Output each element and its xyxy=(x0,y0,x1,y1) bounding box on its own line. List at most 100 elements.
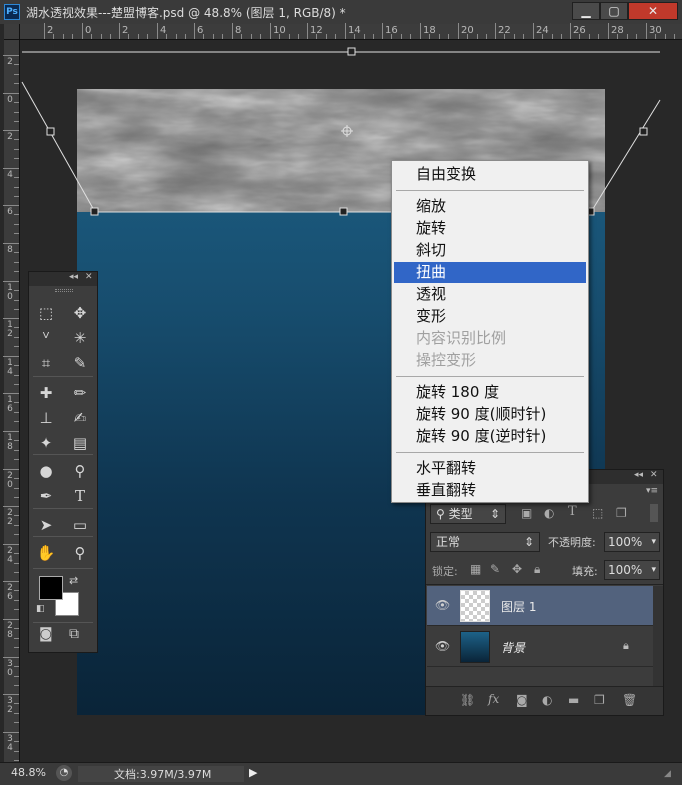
filter-shape-icon[interactable]: ⬚ xyxy=(592,506,603,520)
menu-item[interactable]: 旋转 xyxy=(394,218,586,239)
fill-input[interactable]: 100% ▾ xyxy=(604,560,660,580)
fx-icon[interactable]: fx xyxy=(488,692,499,706)
filter-adjustment-icon[interactable]: ◐ xyxy=(544,506,554,520)
tool-separator xyxy=(33,536,93,537)
lasso-icon[interactable]: ⱽ xyxy=(33,327,59,349)
layers-footer: ⛓ fx ◙ ◐ ▬ ❐ 🗑︎ xyxy=(426,686,663,715)
filter-pixel-icon[interactable]: ▣ xyxy=(521,506,532,520)
layer-filter-select[interactable]: ⚲ 类型 ⇕ xyxy=(430,504,506,524)
filter-toggle[interactable] xyxy=(650,504,658,522)
default-colors-icon[interactable]: ◧ xyxy=(36,604,45,614)
history-brush-icon[interactable]: ✍ xyxy=(67,407,93,429)
zoom-level[interactable]: 48.8% xyxy=(11,766,46,779)
lock-label: 锁定: xyxy=(432,565,458,578)
eye-icon[interactable]: 👁︎ xyxy=(435,598,450,612)
menu-item[interactable]: 缩放 xyxy=(394,196,586,217)
quick-mask-icon[interactable]: ◙ xyxy=(39,626,53,642)
dodge-icon[interactable]: ⚲ xyxy=(67,460,93,482)
new-layer-icon[interactable]: ❐ xyxy=(594,693,605,707)
path-selection-icon[interactable]: ➤ xyxy=(33,514,59,536)
filter-smart-object-icon[interactable]: ❐ xyxy=(616,506,627,520)
search-icon: ⚲ xyxy=(436,507,449,521)
double-chevron-left-icon[interactable]: ◂◂ xyxy=(69,272,78,282)
menu-item[interactable]: 自由变换 xyxy=(394,164,586,185)
transform-center-icon[interactable] xyxy=(341,125,353,137)
link-icon[interactable]: ⛓ xyxy=(460,693,475,707)
filter-type-icon[interactable]: T xyxy=(568,504,577,519)
transform-handle[interactable] xyxy=(639,127,648,136)
lock-all-icon[interactable]: 🔒︎ xyxy=(534,562,540,577)
folder-icon[interactable]: ▬ xyxy=(568,693,579,707)
double-chevron-left-icon[interactable]: ◂◂ xyxy=(634,470,643,480)
transform-handle[interactable] xyxy=(46,127,55,136)
resize-grip-icon[interactable]: ◢ xyxy=(664,769,671,779)
menu-item[interactable]: 扭曲 xyxy=(394,262,586,283)
menu-item: 内容识别比例 xyxy=(416,329,507,347)
menu-item[interactable]: 斜切 xyxy=(394,240,586,261)
menu-item[interactable]: 变形 xyxy=(394,306,586,327)
zoom-icon[interactable]: ⚲ xyxy=(67,542,93,564)
layer-thumbnail xyxy=(460,590,490,622)
document-size: 文档:3.97M/3.97M xyxy=(114,768,212,781)
menu-separator xyxy=(396,376,584,377)
menu-item[interactable]: 水平翻转 xyxy=(394,458,586,479)
lock-icon: 🔒︎ xyxy=(623,639,629,652)
layer-name[interactable]: 背景 xyxy=(501,639,525,656)
screen-mode-icon[interactable]: ⧉ xyxy=(69,626,79,642)
layers-panel: ◂◂ ✕ ▾≡ ⚲ 类型 ⇕ ▣ ◐ T ⬚ ❐ 正常 ⇕ 不透明度: 100% ▾ … xyxy=(425,469,664,716)
clone-stamp-icon[interactable]: ⊥ xyxy=(33,407,59,429)
menu-item[interactable]: 垂直翻转 xyxy=(394,480,586,501)
eraser-icon[interactable]: ✦ xyxy=(33,432,59,454)
lock-transparent-icon[interactable]: ▦ xyxy=(470,562,481,576)
hand-icon[interactable]: ✋ xyxy=(33,542,59,564)
eye-icon[interactable]: 👁︎ xyxy=(435,639,450,653)
pen-icon[interactable]: ✒ xyxy=(33,485,59,507)
close-icon[interactable]: ✕ xyxy=(85,272,93,282)
layers-scrollbar[interactable] xyxy=(653,586,663,686)
lock-position-icon[interactable]: ✥ xyxy=(512,562,522,576)
lock-image-icon[interactable]: ✎ xyxy=(490,562,500,576)
menu-separator xyxy=(396,452,584,453)
transform-context-menu: 自由变换 缩放 旋转 斜切 扭曲 透视 变形 内容识别比例 操控变形 旋转 180 度旋转 90 … xyxy=(391,160,589,503)
shape-icon[interactable]: ▭ xyxy=(67,514,93,536)
menu-item[interactable]: 旋转 90 度(逆时针) xyxy=(394,426,586,447)
opacity-input[interactable]: 100% ▾ xyxy=(604,532,660,552)
layer-name[interactable]: 图层 1 xyxy=(501,598,536,615)
color-swatches: ⇄ ◧ xyxy=(36,574,79,616)
mask-icon[interactable]: ◙ xyxy=(516,693,528,707)
transform-handle[interactable] xyxy=(90,207,99,216)
brush-icon[interactable]: ✏ xyxy=(67,382,93,404)
transform-handle[interactable] xyxy=(347,47,356,56)
status-menu-arrow-icon[interactable]: ▶ xyxy=(249,766,257,779)
tools-panel-header[interactable]: ◂◂ ✕ xyxy=(29,272,97,286)
healing-brush-icon[interactable]: ✚ xyxy=(33,382,59,404)
marquee-icon[interactable]: ⬚ xyxy=(33,302,59,324)
trash-icon[interactable]: 🗑︎ xyxy=(622,693,637,707)
foreground-color-swatch[interactable] xyxy=(39,576,63,600)
status-options-icon[interactable]: ◔ xyxy=(56,765,72,781)
transform-handle[interactable] xyxy=(339,207,348,216)
layer-row-background[interactable]: 👁︎ 背景 🔒︎ xyxy=(427,627,653,667)
crop-icon[interactable]: ⌗ xyxy=(33,352,59,374)
magic-wand-icon[interactable]: ✳ xyxy=(67,327,93,349)
menu-item[interactable]: 透视 xyxy=(394,284,586,305)
blend-mode-select[interactable]: 正常 ⇕ xyxy=(430,532,540,552)
chevron-down-icon: ⇕ xyxy=(523,535,534,549)
type-icon[interactable]: T xyxy=(67,485,93,507)
panel-menu-icon[interactable]: ▾≡ xyxy=(646,486,658,496)
chevron-down-icon: ⇕ xyxy=(489,507,500,521)
layer-row-layer-1[interactable]: 👁︎ 图层 1 xyxy=(427,586,653,626)
eyedropper-icon[interactable]: ✎ xyxy=(67,352,93,374)
menu-item[interactable]: 旋转 180 度 xyxy=(394,382,586,403)
menu-item[interactable]: 旋转 90 度(顺时针) xyxy=(394,404,586,425)
move-icon[interactable]: ✥ xyxy=(67,302,93,324)
tool-separator xyxy=(33,568,93,569)
gradient-icon[interactable]: ▤ xyxy=(67,432,93,454)
blur-icon[interactable]: ● xyxy=(33,460,59,482)
adjustment-icon[interactable]: ◐ xyxy=(542,693,552,707)
panel-grip[interactable] xyxy=(55,289,73,292)
tool-separator xyxy=(33,454,93,455)
swap-colors-icon[interactable]: ⇄ xyxy=(69,574,78,587)
status-bar: 48.8% ◔ 文档:3.97M/3.97M ▶ ◢ xyxy=(0,762,682,785)
close-icon[interactable]: ✕ xyxy=(650,470,658,480)
